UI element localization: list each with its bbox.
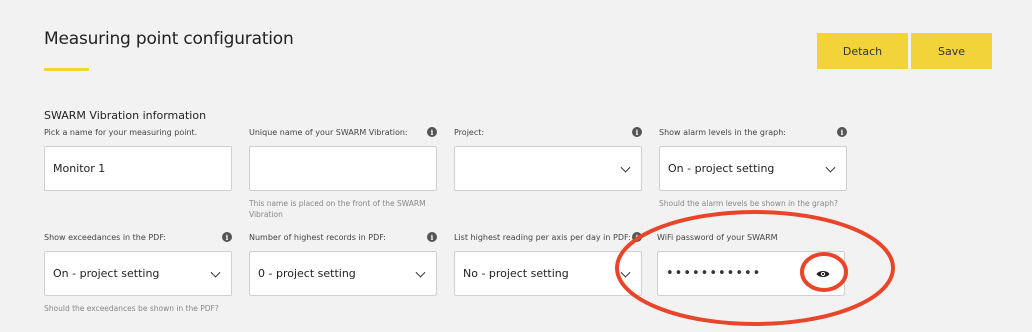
- eye-icon[interactable]: [816, 269, 830, 278]
- highest-reading-select[interactable]: No - project setting: [454, 251, 642, 296]
- field-label: Pick a name for your measuring point.: [44, 127, 198, 137]
- title-underline: [44, 68, 89, 71]
- alarm-levels-select[interactable]: On - project setting: [659, 146, 847, 191]
- input-value: Monitor 1: [53, 162, 106, 175]
- wifi-password-input[interactable]: •••••••••••: [657, 251, 845, 296]
- highest-records-select[interactable]: 0 - project setting: [249, 251, 437, 296]
- info-icon[interactable]: i: [632, 232, 642, 242]
- field-label: Show alarm levels in the graph:: [659, 127, 786, 137]
- info-icon[interactable]: i: [632, 127, 642, 137]
- field-label: List highest reading per axis per day in…: [454, 232, 631, 242]
- chevron-down-icon: [620, 267, 631, 278]
- unique-name-input[interactable]: [249, 146, 437, 191]
- project-select[interactable]: [454, 146, 642, 191]
- chevron-down-icon: [825, 162, 836, 173]
- chevron-down-icon: [620, 162, 631, 173]
- field-exceedances: Show exceedances in the PDF: i On - proj…: [44, 231, 232, 314]
- field-highest-records: Number of highest records in PDF: i 0 - …: [249, 231, 437, 296]
- select-value: No - project setting: [463, 267, 569, 280]
- chevron-down-icon: [415, 267, 426, 278]
- info-icon[interactable]: i: [837, 127, 847, 137]
- field-unique-name: Unique name of your SWARM Vibration: i T…: [249, 126, 437, 220]
- page-title: Measuring point configuration: [44, 29, 294, 49]
- field-project: Project: i: [454, 126, 642, 191]
- detach-button[interactable]: Detach: [817, 33, 908, 69]
- info-icon[interactable]: i: [427, 127, 437, 137]
- select-value: On - project setting: [668, 162, 775, 175]
- section-title: SWARM Vibration information: [44, 109, 207, 122]
- field-label: Show exceedances in the PDF:: [44, 232, 166, 242]
- field-wifi-password: WiFi password of your SWARM •••••••••••: [657, 231, 845, 296]
- measuring-point-name-input[interactable]: Monitor 1: [44, 146, 232, 191]
- select-value: On - project setting: [53, 267, 160, 280]
- info-icon[interactable]: i: [427, 232, 437, 242]
- field-highest-reading: List highest reading per axis per day in…: [454, 231, 642, 296]
- save-button[interactable]: Save: [911, 33, 992, 69]
- select-value: 0 - project setting: [258, 267, 356, 280]
- password-value: •••••••••••: [666, 266, 762, 281]
- help-text: This name is placed on the front of the …: [249, 199, 426, 219]
- chevron-down-icon: [210, 267, 221, 278]
- help-text: Should the exceedances be shown in the P…: [44, 304, 219, 313]
- field-label: Number of highest records in PDF:: [249, 232, 386, 242]
- help-text: Should the alarm levels be shown in the …: [659, 199, 838, 208]
- field-label: WiFi password of your SWARM: [657, 232, 778, 242]
- field-measuring-point-name: Pick a name for your measuring point. Mo…: [44, 126, 232, 191]
- field-label: Project:: [454, 127, 485, 137]
- field-alarm-levels: Show alarm levels in the graph: i On - p…: [659, 126, 847, 209]
- info-icon[interactable]: i: [222, 232, 232, 242]
- exceedances-select[interactable]: On - project setting: [44, 251, 232, 296]
- field-label: Unique name of your SWARM Vibration:: [249, 127, 408, 137]
